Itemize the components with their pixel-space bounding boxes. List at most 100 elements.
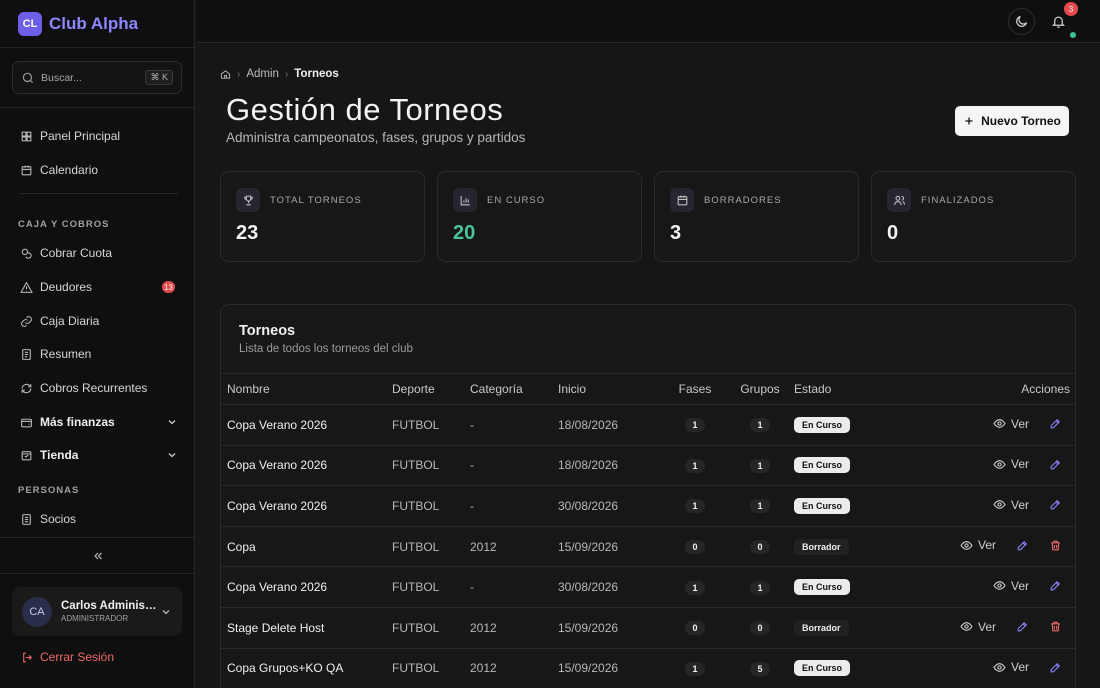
theme-toggle-button[interactable] (1008, 8, 1035, 35)
cell-fases: 1 (664, 486, 726, 527)
cell-categoria: 2012 (470, 620, 497, 635)
table-row[interactable]: Copa Verano 2026 FUTBOL - 18/08/2026 1 1… (221, 405, 1075, 446)
status-badge: Borrador (794, 619, 849, 636)
stat-value: 3 (670, 222, 682, 244)
search-input[interactable]: Buscar... (41, 72, 145, 84)
status-badge: En Curso (794, 416, 851, 433)
breadcrumb-current: Torneos (294, 68, 339, 80)
user-name: Carlos Administrador (61, 600, 160, 612)
collapse-sidebar-button[interactable] (0, 537, 195, 574)
sidebar-divider (20, 193, 178, 194)
eye-icon (960, 622, 973, 631)
view-button[interactable]: Ver (993, 579, 1029, 593)
status-badge: En Curso (794, 457, 851, 474)
cell-deporte: FUTBOL (392, 417, 440, 432)
search-box[interactable]: Buscar... ⌘ K (12, 61, 182, 94)
brand[interactable]: CL Club Alpha (0, 0, 194, 48)
view-button[interactable]: Ver (993, 660, 1029, 674)
view-button[interactable]: Ver (960, 620, 996, 634)
view-button[interactable]: Ver (993, 417, 1029, 431)
sidebar-group-mas-finanzas[interactable]: Más finanzas (20, 411, 178, 433)
sidebar-item-panel-principal[interactable]: Panel Principal (20, 125, 178, 147)
user-menu[interactable]: CA Carlos Administrador ADMINISTRADOR (12, 587, 182, 636)
cell-acciones: Ver (889, 405, 1075, 446)
user-role: ADMINISTRADOR (61, 614, 129, 623)
stat-card-finalizados: FINALIZADOS 0 (871, 171, 1076, 262)
pencil-icon[interactable] (1049, 661, 1062, 674)
sidebar-item-cobrar-cuota[interactable]: Cobrar Cuota (20, 242, 178, 264)
view-button[interactable]: Ver (993, 498, 1029, 512)
cell-acciones: Ver (889, 526, 1075, 567)
cell-estado: En Curso (794, 405, 889, 446)
deudores-badge: 13 (162, 281, 175, 293)
sidebar-item-label: Calendario (40, 163, 99, 177)
row-actions: Ver (993, 579, 1070, 593)
table-row[interactable]: Copa FUTBOL 2012 15/09/2026 0 0 Borrador… (221, 526, 1075, 567)
logout-button[interactable]: Cerrar Sesión (21, 650, 114, 664)
user-info: Carlos Administrador ADMINISTRADOR (61, 600, 160, 623)
bell-icon (1051, 16, 1066, 28)
pencil-icon[interactable] (1049, 498, 1062, 511)
column-header-nombre: Nombre (227, 382, 270, 396)
table-row[interactable]: Stage Delete Host FUTBOL 2012 15/09/2026… (221, 607, 1075, 649)
sidebar-item-socios[interactable]: Socios (20, 508, 178, 530)
cell-acciones: Ver (889, 648, 1075, 688)
column-header-fases: Fases (678, 382, 712, 396)
sidebar-group-tienda[interactable]: Tienda (20, 444, 178, 466)
stat-card-total: TOTAL TORNEOS 23 (220, 171, 425, 262)
new-tournament-button[interactable]: Nuevo Torneo (955, 106, 1069, 136)
alert-icon (20, 281, 33, 293)
cell-fases: 0 (664, 607, 726, 648)
table-row[interactable]: Copa Grupos+KO QA FUTBOL 2012 15/09/2026… (221, 648, 1075, 688)
trash-icon[interactable] (1049, 620, 1062, 633)
brand-logo: CL (18, 11, 42, 36)
link-icon (21, 315, 32, 327)
grupos-count: 1 (750, 499, 770, 514)
table-row[interactable]: Copa Verano 2026 FUTBOL - 30/08/2026 1 1… (221, 486, 1075, 527)
table-title: Torneos (239, 323, 296, 339)
column-header-grupos: Grupos (740, 382, 780, 396)
pencil-icon[interactable] (1049, 458, 1062, 471)
sidebar-item-caja-diaria[interactable]: Caja Diaria (20, 310, 178, 332)
sidebar-item-cobros-recurrentes[interactable]: Cobros Recurrentes (20, 377, 178, 399)
eye-icon (993, 459, 1006, 469)
cell-fases: 1 (664, 648, 726, 688)
cell-fases: 1 (664, 567, 726, 608)
cell-nombre: Copa Verano 2026 (227, 580, 328, 595)
cell-nombre: Copa (227, 539, 256, 554)
pencil-icon[interactable] (1049, 579, 1062, 592)
view-button[interactable]: Ver (960, 538, 996, 552)
cell-nombre: Copa Verano 2026 (227, 417, 328, 432)
cell-fases: 1 (664, 405, 726, 446)
table-subtitle: Lista de todos los torneos del club (239, 343, 413, 355)
sidebar-item-deudores[interactable]: Deudores 13 (20, 276, 178, 298)
stat-label: TOTAL TORNEOS (270, 195, 362, 206)
sidebar-item-calendario[interactable]: Calendario (20, 159, 178, 181)
cell-estado: En Curso (794, 486, 889, 527)
cell-acciones: Ver (889, 445, 1075, 486)
pencil-icon[interactable] (1049, 417, 1062, 430)
status-badge: En Curso (794, 497, 851, 514)
sidebar-group-label: Tienda (40, 448, 79, 462)
table-row[interactable]: Copa Verano 2026 FUTBOL - 18/08/2026 1 1… (221, 445, 1075, 486)
eye-icon (993, 581, 1006, 591)
home-icon[interactable] (220, 69, 231, 80)
eye-icon (993, 500, 1006, 510)
cell-nombre: Copa Grupos+KO QA (227, 661, 344, 676)
sidebar-group-label: Más finanzas (40, 415, 115, 429)
cell-categoria: - (470, 417, 474, 432)
trash-icon[interactable] (1049, 539, 1062, 552)
sidebar-item-resumen[interactable]: Resumen (20, 343, 178, 365)
cell-grupos: 1 (726, 486, 794, 527)
cell-deporte: FUTBOL (392, 661, 440, 676)
breadcrumb-admin[interactable]: Admin (246, 68, 279, 80)
breadcrumb: › Admin › Torneos (220, 68, 339, 80)
cell-estado: En Curso (794, 648, 889, 688)
pencil-icon[interactable] (1016, 620, 1029, 633)
pencil-icon[interactable] (1016, 539, 1029, 552)
cell-categoria: - (470, 458, 474, 473)
table-row[interactable]: Copa Verano 2026 FUTBOL - 30/08/2026 1 1… (221, 567, 1075, 608)
view-button[interactable]: Ver (993, 457, 1029, 471)
chevron-down-icon (168, 420, 176, 425)
cell-nombre: Copa Verano 2026 (227, 498, 328, 513)
